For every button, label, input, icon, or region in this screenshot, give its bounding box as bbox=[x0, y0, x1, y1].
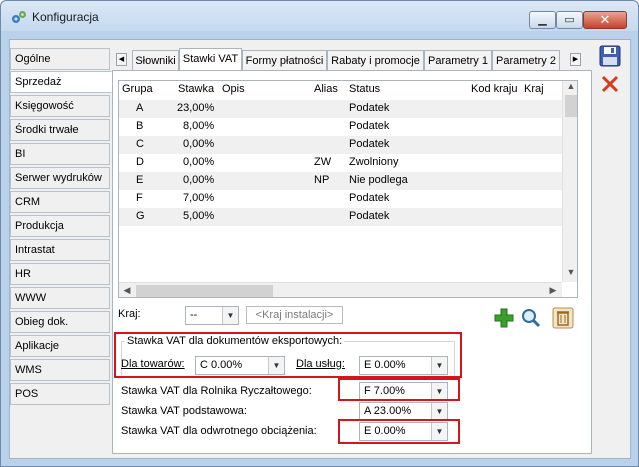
cell-grupa: D bbox=[136, 156, 144, 168]
tab-rabaty-promocje[interactable]: Rabaty i promocje bbox=[327, 50, 424, 72]
cell-grupa: E bbox=[136, 174, 144, 186]
tab-scroll-left-button[interactable]: ◀ bbox=[116, 53, 127, 66]
cell-stawka: 23,00% bbox=[177, 102, 215, 114]
cell-stawka: 0,00% bbox=[183, 156, 215, 168]
reverse-charge-label: Stawka VAT dla odwrotnego obciążenia: bbox=[121, 425, 317, 437]
cell-status: Podatek bbox=[349, 138, 390, 150]
cell-alias: NP bbox=[314, 174, 330, 186]
basic-value: A 23.00% bbox=[364, 405, 412, 417]
table-row[interactable]: B 8,00% Podatek bbox=[119, 118, 562, 136]
column-header-grupa[interactable]: Grupa bbox=[122, 83, 153, 95]
column-header-opis[interactable]: Opis bbox=[222, 83, 245, 95]
sidebar-item-wms[interactable]: WMS bbox=[10, 359, 110, 381]
vat-rates-grid[interactable]: Grupa Stawka Opis Alias Status Kod kraju… bbox=[118, 80, 578, 298]
cancel-icon[interactable] bbox=[599, 73, 621, 95]
sidebar-item-pos[interactable]: POS bbox=[10, 383, 110, 405]
rolnik-label: Stawka VAT dla Rolnika Ryczałtowego: bbox=[121, 385, 312, 397]
close-icon: ✕ bbox=[599, 12, 611, 27]
column-header-stawka[interactable]: Stawka bbox=[178, 83, 214, 95]
scroll-down-icon[interactable]: ▼ bbox=[563, 267, 577, 277]
search-icon[interactable] bbox=[520, 307, 542, 329]
scroll-left-icon[interactable]: ◀ bbox=[119, 285, 135, 296]
cell-stawka: 0,00% bbox=[183, 174, 215, 186]
reverse-highlight-box bbox=[338, 419, 460, 444]
column-header-status[interactable]: Status bbox=[349, 83, 380, 95]
chevron-down-icon[interactable]: ▼ bbox=[431, 403, 447, 420]
sidebar-item-bi[interactable]: BI bbox=[10, 143, 110, 165]
cell-grupa: G bbox=[136, 210, 145, 222]
sidebar-item-crm[interactable]: CRM bbox=[10, 191, 110, 213]
table-row[interactable]: A 23,00% Podatek bbox=[119, 100, 562, 118]
sidebar-item-aplikacje[interactable]: Aplikacje bbox=[10, 335, 110, 357]
export-highlight-box bbox=[114, 332, 462, 378]
cell-status: Podatek bbox=[349, 210, 390, 222]
cell-grupa: B bbox=[136, 120, 144, 132]
add-icon[interactable] bbox=[493, 307, 515, 329]
tab-scroll-right-button[interactable]: ▶ bbox=[570, 53, 581, 66]
sidebar: Ogólne Sprzedaż Księgowość Środki trwałe… bbox=[10, 48, 112, 454]
title-bar: Konfiguracja ▁ ▭ ✕ bbox=[1, 1, 638, 31]
horizontal-scroll-thumb[interactable] bbox=[136, 285, 273, 297]
kraj-select-value: -- bbox=[190, 309, 198, 321]
kraj-instalacji-button[interactable]: <Kraj instalacji> bbox=[246, 306, 343, 324]
tab-parametry-1[interactable]: Parametry 1 bbox=[424, 50, 492, 72]
cell-status: Podatek bbox=[349, 120, 390, 132]
table-row[interactable]: G 5,00% Podatek bbox=[119, 208, 562, 226]
save-icon[interactable] bbox=[599, 45, 621, 67]
column-header-kraj[interactable]: Kraj bbox=[524, 83, 544, 95]
sidebar-item-www[interactable]: WWW bbox=[10, 287, 110, 309]
cell-grupa: F bbox=[136, 192, 143, 204]
sidebar-item-srodki-trwale[interactable]: Środki trwałe bbox=[10, 119, 110, 141]
column-header-alias[interactable]: Alias bbox=[314, 83, 338, 95]
table-row[interactable]: E 0,00% NP Nie podlega bbox=[119, 172, 562, 190]
tab-formy-platnosci[interactable]: Formy płatności bbox=[242, 50, 327, 72]
cell-stawka: 5,00% bbox=[183, 210, 215, 222]
minimize-icon: ▁ bbox=[538, 14, 547, 26]
cell-grupa: A bbox=[136, 102, 144, 114]
table-row[interactable]: D 0,00% ZW Zwolniony bbox=[119, 154, 562, 172]
close-window-button[interactable]: ✕ bbox=[583, 11, 627, 29]
cell-grupa: C bbox=[136, 138, 144, 150]
rolnik-highlight-box bbox=[338, 378, 460, 401]
table-row[interactable]: C 0,00% Podatek bbox=[119, 136, 562, 154]
cell-status: Podatek bbox=[349, 192, 390, 204]
kraj-select[interactable]: -- ▼ bbox=[185, 306, 239, 325]
vertical-scroll-thumb[interactable] bbox=[565, 95, 577, 117]
maximize-icon: ▭ bbox=[564, 14, 575, 26]
sidebar-item-ksiegowosc[interactable]: Księgowość bbox=[10, 95, 110, 117]
window-title: Konfiguracja bbox=[32, 10, 99, 24]
cell-status: Nie podlega bbox=[349, 174, 408, 186]
configuration-window: Konfiguracja ▁ ▭ ✕ Ogólne Sprzedaż Księg… bbox=[0, 0, 639, 467]
sidebar-item-produkcja[interactable]: Produkcja bbox=[10, 215, 110, 237]
cell-stawka: 8,00% bbox=[183, 120, 215, 132]
chevron-down-icon[interactable]: ▼ bbox=[222, 307, 238, 324]
cell-stawka: 7,00% bbox=[183, 192, 215, 204]
tab-slowniki[interactable]: Słowniki bbox=[132, 50, 179, 72]
kraj-label: Kraj: bbox=[118, 308, 141, 320]
tab-parametry-2[interactable]: Parametry 2 bbox=[492, 50, 560, 72]
column-header-kod-kraju[interactable]: Kod kraju bbox=[471, 83, 517, 95]
table-row[interactable]: F 7,00% Podatek bbox=[119, 190, 562, 208]
scroll-up-icon[interactable]: ▲ bbox=[563, 81, 577, 91]
sidebar-item-sprzedaz[interactable]: Sprzedaż bbox=[10, 71, 112, 93]
tab-strip: ◀ Słowniki Stawki VAT Formy płatności Ra… bbox=[112, 48, 592, 73]
horizontal-scrollbar[interactable]: ◀ ▶ bbox=[119, 282, 562, 297]
vertical-scrollbar[interactable]: ▲ ▼ bbox=[562, 81, 577, 282]
scroll-right-icon[interactable]: ▶ bbox=[545, 285, 561, 296]
cell-stawka: 0,00% bbox=[183, 138, 215, 150]
maximize-button[interactable]: ▭ bbox=[556, 11, 583, 29]
sidebar-item-serwer-wydrukow[interactable]: Serwer wydruków bbox=[10, 167, 110, 189]
trash-icon[interactable] bbox=[552, 307, 574, 329]
cell-status: Podatek bbox=[349, 102, 390, 114]
sidebar-item-intrastat[interactable]: Intrastat bbox=[10, 239, 110, 261]
sidebar-item-ogolne[interactable]: Ogólne bbox=[10, 48, 110, 70]
grid-header: Grupa Stawka Opis Alias Status Kod kraju… bbox=[119, 81, 562, 99]
sidebar-item-obieg-dok[interactable]: Obieg dok. bbox=[10, 311, 110, 333]
cell-alias: ZW bbox=[314, 156, 332, 168]
minimize-button[interactable]: ▁ bbox=[529, 11, 556, 29]
gears-icon bbox=[12, 11, 26, 23]
sidebar-item-hr[interactable]: HR bbox=[10, 263, 110, 285]
basic-label: Stawka VAT podstawowa: bbox=[121, 405, 247, 417]
cell-status: Zwolniony bbox=[349, 156, 399, 168]
